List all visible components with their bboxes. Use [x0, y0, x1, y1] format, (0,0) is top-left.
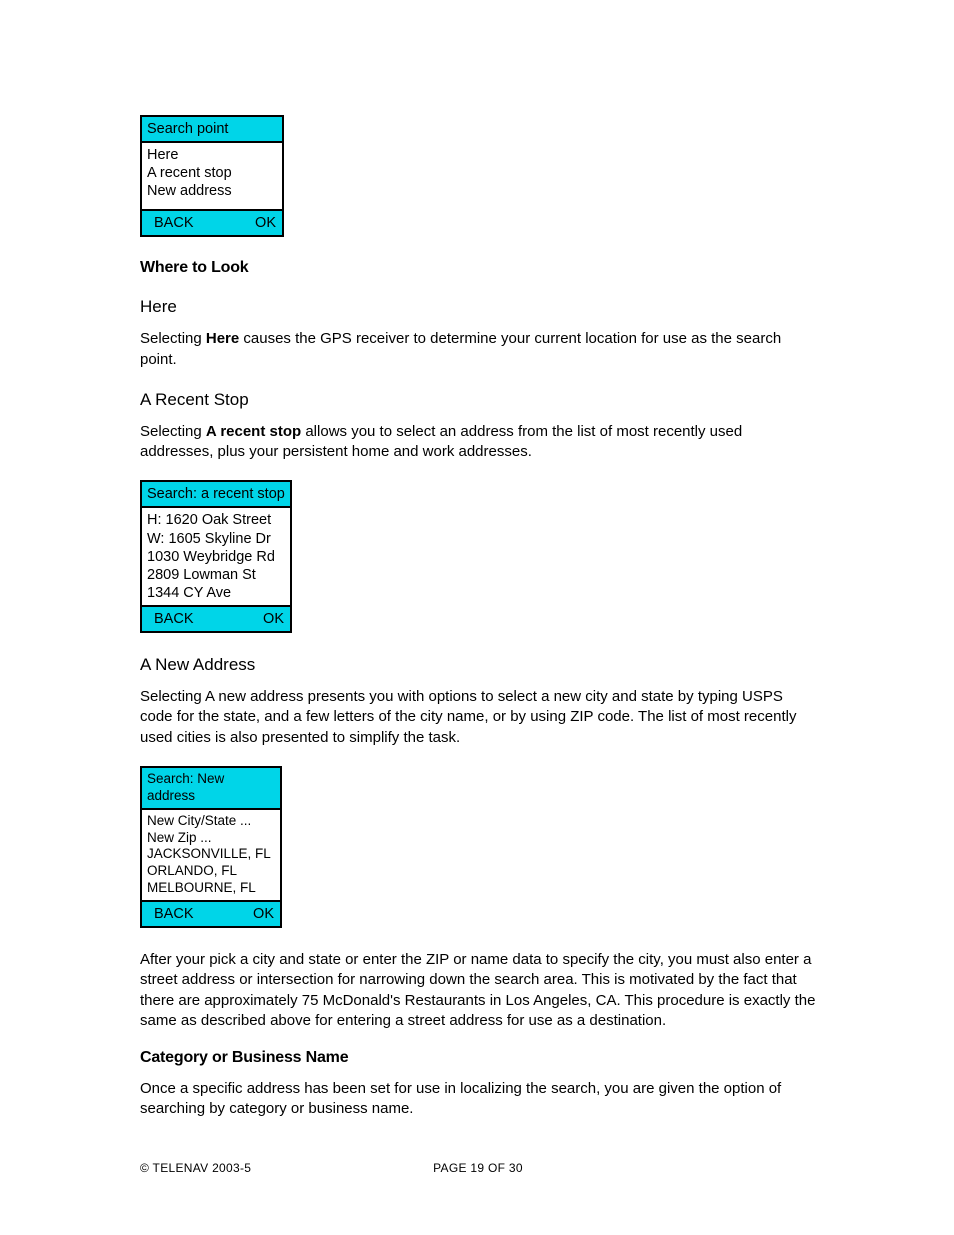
text-bold: Here	[206, 330, 239, 347]
screen-new-address: Search: New address New City/State ... N…	[140, 766, 282, 928]
list-item[interactable]: New City/State ...	[147, 813, 275, 830]
text: Selecting	[140, 330, 206, 347]
screen-title: Search: a recent stop	[142, 482, 290, 508]
list-item[interactable]: 1030 Weybridge Rd	[147, 548, 285, 566]
ok-button[interactable]: OK	[263, 610, 284, 628]
list-item[interactable]: JACKSONVILLE, FL	[147, 846, 275, 863]
screen-body: New City/State ... New Zip ... JACKSONVI…	[142, 810, 280, 900]
back-button[interactable]: BACK	[154, 610, 194, 628]
paragraph: Selecting A recent stop allows you to se…	[140, 422, 816, 463]
screen-title: Search: New address	[142, 768, 280, 810]
screen-title: Search point	[142, 117, 282, 143]
screen-recent-stop: Search: a recent stop H: 1620 Oak Street…	[140, 480, 292, 633]
list-item[interactable]: A recent stop	[147, 164, 277, 182]
list-item[interactable]: New address	[147, 182, 277, 200]
screen-footer: BACK OK	[142, 209, 282, 235]
list-item[interactable]: H: 1620 Oak Street	[147, 511, 285, 529]
list-item[interactable]: 1344 CY Ave	[147, 584, 285, 602]
text: Selecting	[140, 423, 206, 440]
screen-footer: BACK OK	[142, 605, 290, 631]
paragraph: After your pick a city and state or ente…	[140, 950, 816, 1031]
subheading-new-address: A New Address	[140, 655, 816, 675]
paragraph: Once a specific address has been set for…	[140, 1079, 816, 1120]
screen-body: H: 1620 Oak Street W: 1605 Skyline Dr 10…	[142, 508, 290, 605]
back-button[interactable]: BACK	[154, 214, 194, 232]
paragraph: Selecting A new address presents you wit…	[140, 687, 816, 748]
list-item[interactable]: New Zip ...	[147, 830, 275, 847]
list-item[interactable]: MELBOURNE, FL	[147, 880, 275, 897]
ok-button[interactable]: OK	[255, 214, 276, 232]
screen-body: Here A recent stop New address	[142, 143, 282, 209]
heading-where-to-look: Where to Look	[140, 259, 816, 277]
screen-footer: BACK OK	[142, 900, 280, 926]
subheading-here: Here	[140, 297, 816, 317]
list-item[interactable]: 2809 Lowman St	[147, 566, 285, 584]
heading-category: Category or Business Name	[140, 1049, 816, 1067]
text-bold: A recent stop	[206, 423, 301, 440]
page-number: PAGE 19 OF 30	[140, 1161, 816, 1175]
subheading-recent-stop: A Recent Stop	[140, 390, 816, 410]
page-footer: © TELENAV 2003-5 PAGE 19 OF 30	[140, 1161, 816, 1175]
list-item[interactable]: ORLANDO, FL	[147, 863, 275, 880]
back-button[interactable]: BACK	[154, 905, 194, 923]
screen-search-point: Search point Here A recent stop New addr…	[140, 115, 284, 237]
page: Search point Here A recent stop New addr…	[0, 0, 954, 1235]
paragraph: Selecting Here causes the GPS receiver t…	[140, 329, 816, 370]
list-item[interactable]: Here	[147, 146, 277, 164]
ok-button[interactable]: OK	[253, 905, 274, 923]
list-item[interactable]: W: 1605 Skyline Dr	[147, 530, 285, 548]
